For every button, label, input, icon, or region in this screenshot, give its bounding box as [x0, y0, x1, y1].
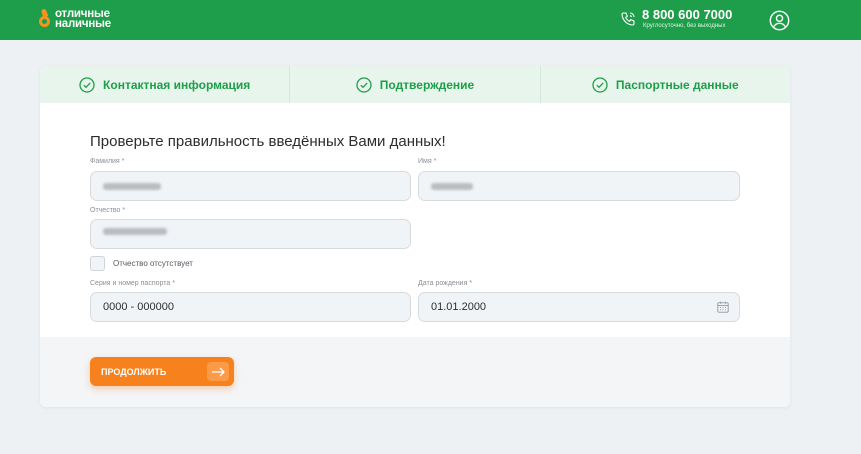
top-header: отличные наличные 8 800 600 7000 Круглос… [0, 0, 861, 40]
check-circle-icon [79, 76, 95, 93]
redacted-value [103, 182, 161, 190]
calendar-icon[interactable] [717, 301, 729, 313]
passport-label: Серия и номер паспорта * [90, 280, 175, 287]
passport-field[interactable]: 0000 - 000000 [90, 292, 411, 322]
no-patronymic-label: Отчество отсутствует [113, 259, 193, 268]
patronymic-label: Отчество * [90, 207, 126, 214]
check-circle-icon [356, 76, 372, 93]
logo-text: отличные наличные [55, 8, 111, 30]
redacted-value [103, 227, 167, 235]
continue-label: ПРОДОЛЖИТЬ [101, 366, 167, 377]
redacted-value [431, 182, 473, 190]
arrow-right-icon [207, 362, 229, 381]
logo-mark-icon [38, 8, 52, 29]
step-contact-info[interactable]: Контактная информация [40, 66, 291, 103]
firstname-field[interactable] [418, 171, 740, 201]
phone-note: Круглосуточно, без выходных [643, 23, 726, 29]
step-label: Подтверждение [379, 77, 475, 92]
logo-line-2: наличные [55, 18, 111, 30]
steps-bar: Контактная информация Подтверждение Пасп… [40, 66, 790, 103]
no-patronymic-checkbox[interactable] [90, 256, 105, 271]
birthdate-label: Дата рождения * [418, 280, 473, 287]
form-card: Контактная информация Подтверждение Пасп… [40, 66, 790, 407]
user-account-icon[interactable] [769, 10, 790, 31]
continue-button[interactable]: ПРОДОЛЖИТЬ [90, 357, 234, 386]
passport-value: 0000 - 000000 [103, 301, 174, 313]
firstname-label: Имя * [418, 158, 437, 165]
step-label: Паспортные данные [615, 77, 739, 92]
step-label: Контактная информация [103, 77, 251, 92]
birthdate-value: 01.01.2000 [431, 301, 487, 313]
lastname-label: Фамилия * [90, 158, 125, 165]
step-confirmation[interactable]: Подтверждение [290, 66, 541, 103]
form-title: Проверьте правильность введённых Вами да… [90, 133, 446, 150]
step-passport-data[interactable]: Паспортные данные [541, 66, 790, 103]
check-circle-icon [592, 76, 608, 93]
form-footer: ПРОДОЛЖИТЬ [40, 337, 790, 407]
phone-icon [621, 12, 635, 26]
patronymic-field[interactable] [90, 219, 411, 249]
brand-logo[interactable]: отличные наличные [38, 8, 111, 30]
lastname-field[interactable] [90, 171, 411, 201]
phone-number[interactable]: 8 800 600 7000 [642, 7, 732, 22]
birthdate-field[interactable]: 01.01.2000 [418, 292, 740, 322]
